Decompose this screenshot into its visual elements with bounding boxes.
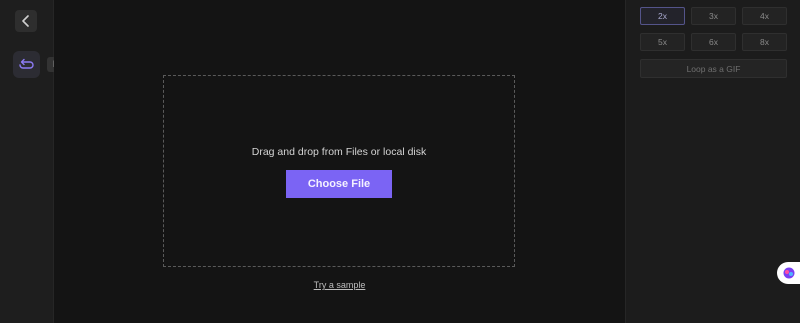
- right-panel: 2x 3x 4x 5x 6x 8x Loop as a GIF: [625, 0, 800, 323]
- assistant-button[interactable]: [777, 262, 800, 284]
- chevron-left-icon: [22, 15, 29, 27]
- loop-as-gif-button[interactable]: Loop as a GIF: [640, 59, 787, 78]
- loop-button[interactable]: [13, 51, 40, 78]
- back-button[interactable]: [15, 10, 37, 32]
- speed-option-3x[interactable]: 3x: [691, 7, 736, 25]
- choose-file-button[interactable]: Choose File: [286, 170, 392, 198]
- dropzone-instructions: Drag and drop from Files or local disk: [251, 146, 427, 158]
- speed-option-6x[interactable]: 6x: [691, 33, 736, 51]
- left-rail: [0, 0, 54, 323]
- main-canvas: Drag and drop from Files or local disk C…: [54, 0, 625, 323]
- speed-option-8x[interactable]: 8x: [742, 33, 787, 51]
- loop-icon: [19, 58, 34, 69]
- speed-option-2x[interactable]: 2x: [640, 7, 685, 25]
- try-sample-link[interactable]: Try a sample: [54, 280, 625, 290]
- speed-option-4x[interactable]: 4x: [742, 7, 787, 25]
- assistant-logo-icon: [783, 267, 795, 279]
- speed-option-5x[interactable]: 5x: [640, 33, 685, 51]
- file-dropzone[interactable]: Drag and drop from Files or local disk C…: [163, 75, 515, 267]
